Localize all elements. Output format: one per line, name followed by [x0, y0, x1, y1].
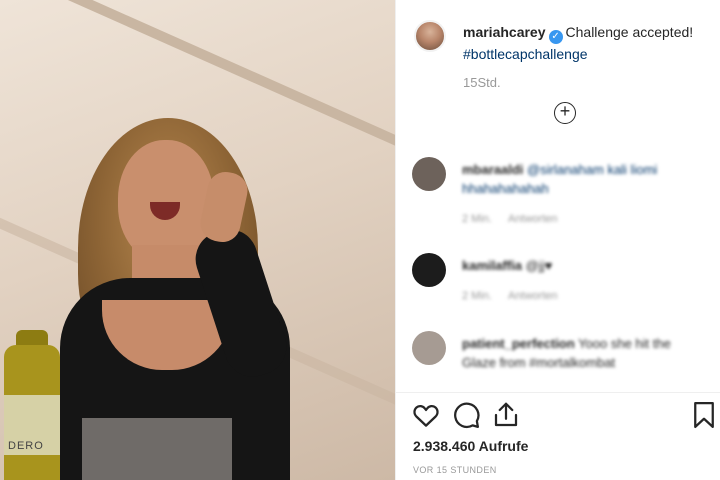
caption-time: 15Std.: [463, 75, 501, 90]
share-icon[interactable]: [491, 400, 521, 430]
post-video[interactable]: DERO: [0, 0, 395, 480]
divider: [396, 392, 720, 393]
comment-body: @jj♥: [525, 258, 553, 273]
plus-circle-icon[interactable]: +: [554, 102, 576, 124]
comment-username[interactable]: mbaraaldi: [462, 162, 523, 177]
heart-icon[interactable]: [411, 400, 441, 430]
avatar[interactable]: [414, 20, 446, 52]
reply-button[interactable]: Antworten: [508, 213, 558, 225]
view-count[interactable]: 2.938.460 Aufrufe: [413, 438, 528, 454]
comment-time: 2 Min.: [462, 290, 492, 302]
caption-username[interactable]: mariahcarey: [463, 24, 546, 40]
caption-hashtag[interactable]: #bottlecapchallenge: [463, 46, 588, 62]
verified-badge-icon: ✓: [548, 30, 563, 44]
comment-username[interactable]: patient_perfection: [462, 336, 575, 351]
caption-text: Challenge accepted!: [565, 24, 694, 40]
post-caption: mariahcarey ✓ Challenge accepted! #bottlec…: [463, 22, 708, 64]
comment-time: 2 Min.: [462, 213, 492, 225]
instagram-post-view: DERO mariahcarey ✓ Challenge accepted! #bo…: [0, 0, 720, 480]
comment-text: patient_perfection Yooo she hit the Glaz…: [462, 334, 702, 372]
comment-text: kamilaffia @jj♥: [462, 256, 702, 275]
subject-belt: [82, 418, 232, 480]
comment-avatar[interactable]: [412, 253, 446, 287]
post-sidebar: mariahcarey ✓ Challenge accepted! #bottlec…: [395, 0, 720, 480]
post-timestamp[interactable]: VOR 15 STUNDEN: [413, 465, 497, 475]
post-actions: [411, 400, 714, 430]
comment-avatar[interactable]: [412, 331, 446, 365]
bookmark-icon[interactable]: [689, 400, 719, 430]
comment-text: mbaraaldi @sirlanaham kali liomi hhahaha…: [462, 160, 702, 198]
comment-icon[interactable]: [451, 400, 481, 430]
comment-avatar[interactable]: [412, 157, 446, 191]
comment-username[interactable]: kamilaffia: [462, 258, 522, 273]
comment-meta: 2 Min. Antworten: [462, 290, 574, 302]
bottle-label-text: DERO: [8, 440, 44, 452]
comment-meta: 2 Min. Antworten: [462, 213, 574, 225]
reply-button[interactable]: Antworten: [508, 290, 558, 302]
